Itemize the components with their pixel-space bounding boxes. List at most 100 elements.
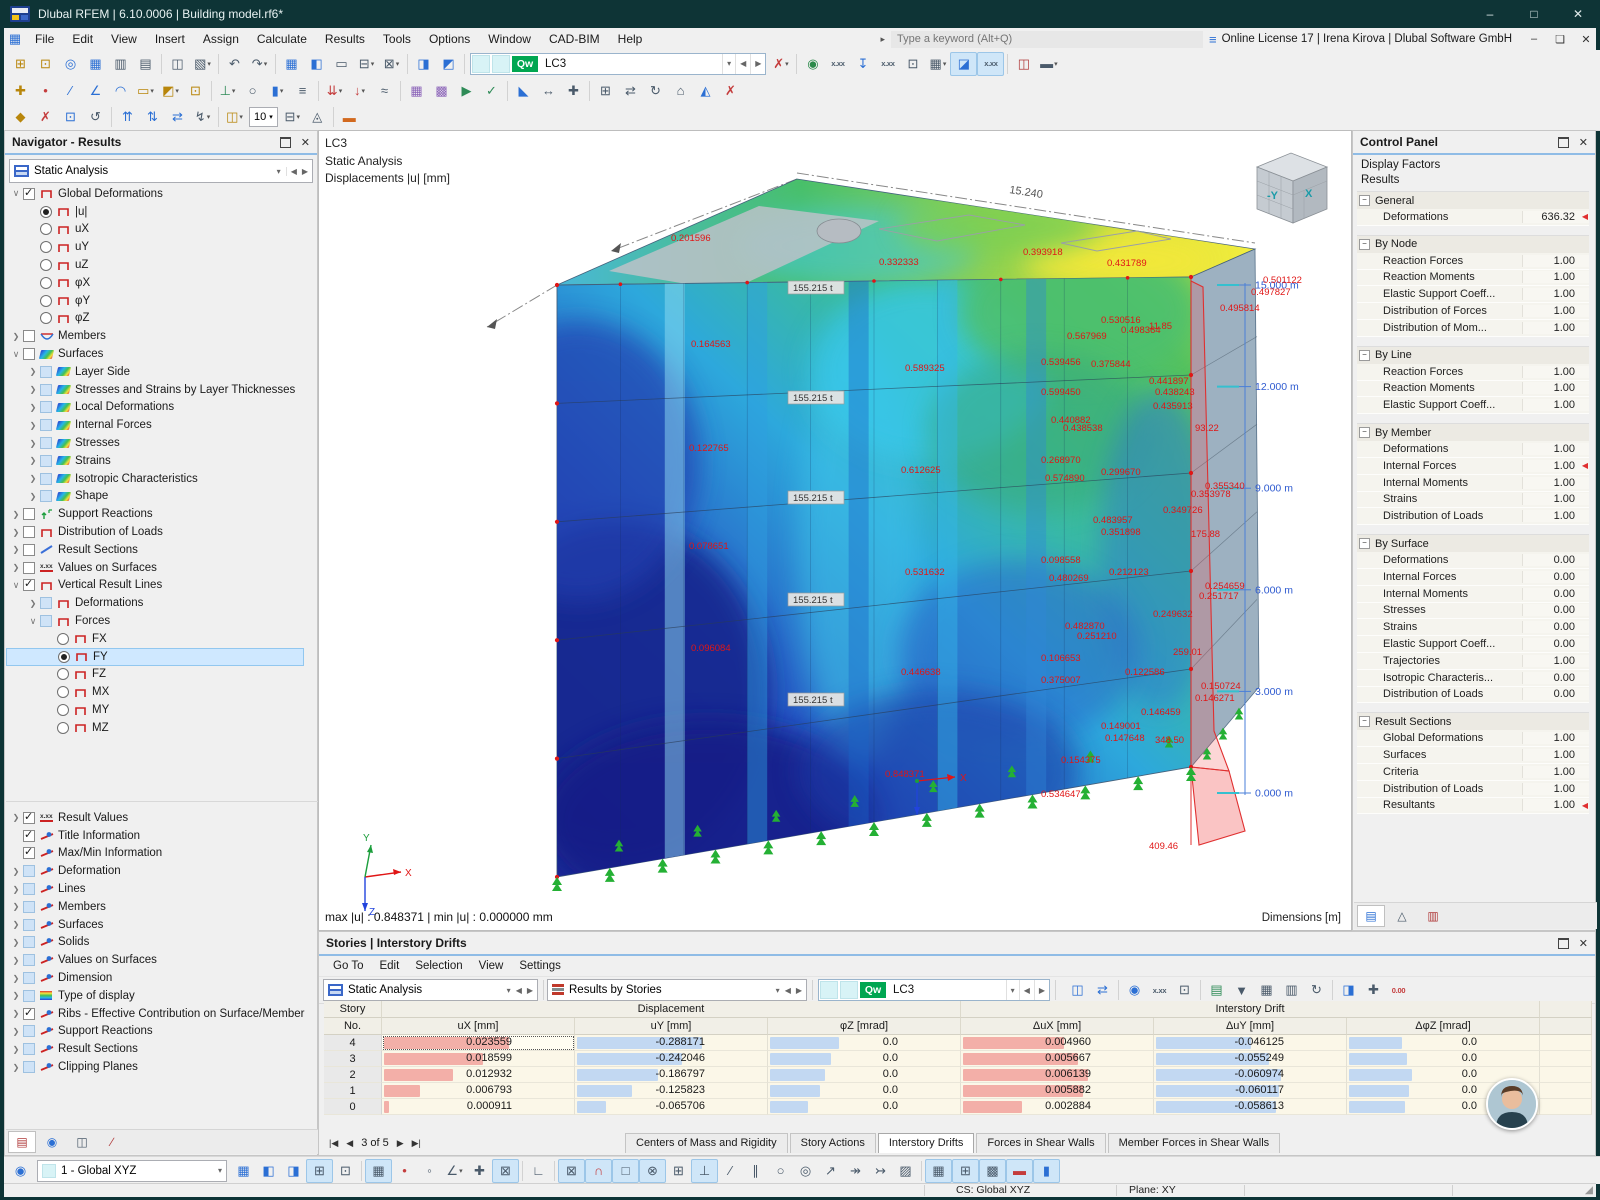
factor-value[interactable]: 0.00 (1522, 554, 1589, 567)
value-cell[interactable]: -0.060117 (1154, 1083, 1347, 1099)
model-3d-view[interactable]: 15.240 15.000 m 12.000 m 9.000 m 6.000 m 3.00… (319, 131, 1351, 930)
menu-file[interactable]: File (26, 28, 63, 50)
show-values-icon[interactable]: x.xx (875, 53, 900, 75)
imperfection-icon[interactable]: ≈ (372, 80, 397, 102)
results-tree-item-z[interactable]: φZ (6, 310, 304, 328)
menubar-minimize-icon[interactable]: – (1524, 33, 1544, 45)
checkbox-ribs-effective-contribution-on-surface-member[interactable] (23, 1006, 35, 1020)
work-plane-xy-icon[interactable]: ▦ (231, 1160, 256, 1182)
checkbox-deformation[interactable] (23, 865, 35, 878)
factor-value[interactable]: 1.00 (1522, 749, 1589, 762)
factor-trajectories[interactable]: Trajectories 1.00 (1357, 652, 1589, 670)
collapse-icon[interactable]: − (1359, 349, 1370, 361)
value-cell[interactable]: -0.186797 (575, 1067, 768, 1083)
results-tree-item-uz[interactable]: uZ (6, 256, 304, 274)
expand-arrow-icon[interactable]: ❯ (26, 421, 40, 430)
stories-analysis-next[interactable]: ▶ (527, 986, 533, 995)
tb3-spinner[interactable]: 10 ▾ (249, 107, 278, 127)
column-uy-mm[interactable]: uY [mm] (575, 1018, 768, 1035)
factor-value[interactable]: 0.00 (1522, 638, 1589, 651)
factor-value[interactable]: 1.00 (1522, 443, 1589, 456)
value-cell[interactable]: -0.288171 (575, 1035, 768, 1051)
checkbox-internal-forces[interactable] (40, 419, 52, 432)
building-model-svg[interactable]: 15.24015.000 m12.000 m9.000 m6.000 m3.00… (319, 131, 1351, 930)
results-tree-item-surfaces[interactable]: ∨ Surfaces (6, 345, 304, 363)
column-z-mrad[interactable]: ΔφZ [mrad] (1347, 1018, 1540, 1035)
regenerate-icon[interactable]: ↺ (83, 106, 108, 128)
display-tree-item-title-information[interactable]: Title Information (6, 827, 304, 845)
checkbox-result-values[interactable] (23, 810, 35, 824)
stories-lc-label[interactable]: LC3 (887, 984, 920, 996)
checkbox-lines[interactable] (23, 883, 35, 896)
printout-report-icon[interactable]: ▧ ▾ (190, 53, 215, 75)
expand-arrow-icon[interactable]: ❯ (9, 1009, 23, 1018)
checkbox-surfaces[interactable] (23, 348, 35, 361)
value-cell[interactable]: 0.005667 (961, 1051, 1154, 1067)
analysis-combo-next[interactable]: ▶ (302, 167, 308, 176)
factor-value[interactable]: 1.00 (1522, 732, 1589, 745)
menu-insert[interactable]: Insert (146, 28, 194, 50)
results-tree-item-y[interactable]: φY (6, 292, 304, 310)
checkbox-result-sections[interactable] (23, 1043, 35, 1056)
filter-rows-icon[interactable]: ▼ (1229, 979, 1254, 1001)
draw-circle-icon[interactable]: ○ (768, 1160, 793, 1182)
stories-lc-cell-1[interactable] (820, 981, 838, 999)
expand-arrow-icon[interactable]: ❯ (9, 510, 23, 519)
view-pin-icon[interactable]: ▮ (1033, 1158, 1060, 1183)
results-by-stories-dropdown[interactable]: ▾ (776, 986, 780, 995)
value-cell[interactable]: 0.004960 (961, 1035, 1154, 1051)
minimize-button[interactable]: – (1468, 0, 1512, 28)
check-icon[interactable]: ✓ (479, 80, 504, 102)
value-cell[interactable]: 0.0 (768, 1035, 961, 1051)
factor-value[interactable]: 0.00 (1522, 621, 1589, 634)
factor-value[interactable]: 1.00 (1522, 254, 1589, 267)
coordinate-system-combo[interactable]: 1 - Global XYZ ▾ (37, 1159, 227, 1182)
checkbox-strains[interactable] (40, 454, 52, 467)
factor-internal-forces[interactable]: Internal Forces 0.00 (1357, 568, 1589, 586)
factor-value[interactable]: 1.00 (1522, 654, 1589, 667)
render-mode-icon[interactable]: ⊠ ▾ (379, 53, 404, 75)
panel-tab-filter[interactable]: ▥ (1419, 905, 1447, 927)
snap-guideline-icon[interactable]: ⊠ (492, 1158, 519, 1183)
menubar-close-icon[interactable]: ✕ (1576, 33, 1596, 46)
guide-object-icon[interactable]: ✗ (33, 106, 58, 128)
select-polygon-icon[interactable]: ⊞ (666, 1160, 691, 1182)
sync-selection-icon[interactable]: ⇄ (1090, 979, 1115, 1001)
work-plane-xz-icon[interactable]: ◧ (256, 1160, 281, 1182)
tab-story-actions[interactable]: Story Actions (789, 1133, 876, 1153)
checkbox-solids[interactable] (23, 936, 35, 949)
numbering-icon[interactable]: ⊟ ▾ (354, 53, 379, 75)
expand-arrow-icon[interactable]: ❯ (9, 991, 23, 1000)
checkbox-deformations[interactable] (40, 597, 52, 610)
value-labels-icon[interactable]: x.xx (977, 51, 1005, 76)
factor-value[interactable]: 0.00 (1522, 570, 1589, 583)
menu-window[interactable]: Window (479, 28, 540, 50)
radio-fy[interactable] (58, 650, 70, 663)
select-rect-icon[interactable]: □ (612, 1158, 639, 1183)
stories-lc-cell-2[interactable] (840, 981, 858, 999)
control-panel-close-icon[interactable]: ✕ (1579, 136, 1588, 149)
control-panel-float-icon[interactable] (1557, 136, 1569, 148)
draw-line-icon[interactable]: ∕ (718, 1160, 743, 1182)
navigator-close-icon[interactable]: ✕ (301, 136, 310, 149)
expand-arrow-icon[interactable]: ❯ (26, 367, 40, 376)
decimal-places-icon[interactable]: 0.00 (1386, 979, 1411, 1001)
menu-tools[interactable]: Tools (374, 28, 420, 50)
value-cell[interactable]: 0.000911 (382, 1099, 575, 1115)
value-cell[interactable]: -0.055249 (1154, 1051, 1347, 1067)
value-cell[interactable]: 0.002884 (961, 1099, 1154, 1115)
column-z-mrad[interactable]: φZ [mrad] (768, 1018, 961, 1035)
checkbox-surfaces[interactable] (23, 918, 35, 931)
value-cell[interactable]: 0.0 (768, 1099, 961, 1115)
delete-icon[interactable]: ✗ (718, 80, 743, 102)
expand-arrow-icon[interactable]: ❯ (9, 956, 23, 965)
draw-parallel-icon[interactable]: ∥ (743, 1160, 768, 1182)
rotate-view-icon[interactable]: ↻ (643, 80, 668, 102)
results-by-stories-combo[interactable]: Results by Stories ▾ ◀ ▶ (547, 979, 807, 1001)
solid-results-icon[interactable]: ⊡ (900, 53, 925, 75)
factor-isotropic-characteris[interactable]: Isotropic Characteris... 0.00 (1357, 669, 1589, 687)
next-page-button[interactable]: ▶ (397, 1138, 404, 1149)
stories-float-icon[interactable] (1557, 937, 1569, 949)
factor-internal-moments[interactable]: Internal Moments 1.00 (1357, 474, 1589, 492)
factor-deformations[interactable]: Deformations 636.32 ◀ (1357, 209, 1589, 226)
